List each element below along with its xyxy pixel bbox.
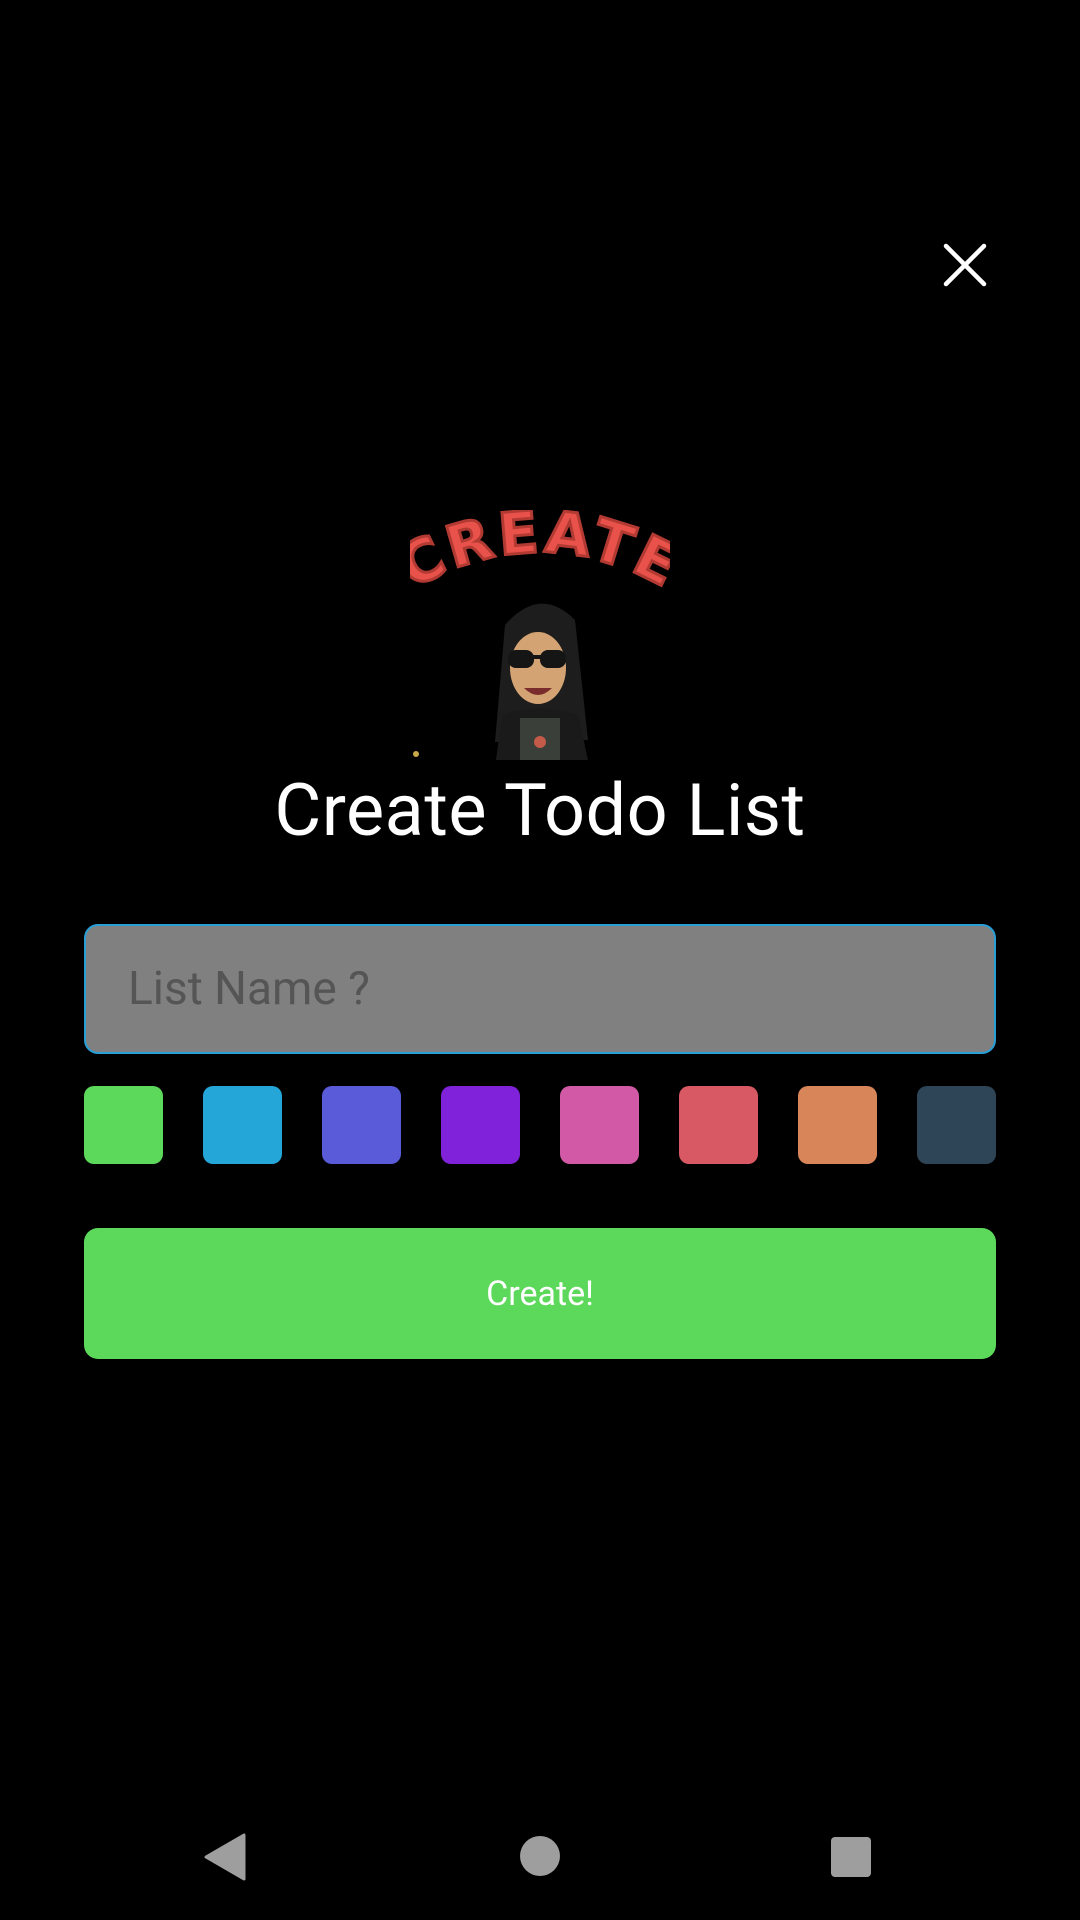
color-picker [84,1086,996,1164]
color-swatch-blue[interactable] [203,1086,282,1164]
color-swatch-green[interactable] [84,1086,163,1164]
close-button[interactable] [925,225,1005,305]
create-button[interactable]: Create! [84,1228,996,1359]
color-swatch-navy[interactable] [917,1086,996,1164]
list-name-input[interactable] [84,924,996,1054]
create-sticker-image: CREATE [386,496,690,760]
create-list-screen: CREATE Create Todo List [0,0,1080,1920]
home-icon[interactable] [520,1836,560,1876]
color-swatch-indigo[interactable] [322,1086,401,1164]
page-title: Create Todo List [274,768,806,853]
sticker-text: CREATE [386,496,690,603]
color-swatch-purple[interactable] [441,1086,520,1164]
back-icon[interactable] [204,1833,246,1885]
color-swatch-red[interactable] [679,1086,758,1164]
recents-icon[interactable] [831,1837,871,1877]
close-icon [943,243,987,287]
color-swatch-magenta[interactable] [560,1086,639,1164]
svg-text:CREATE: CREATE [410,510,670,602]
color-swatch-orange[interactable] [798,1086,877,1164]
